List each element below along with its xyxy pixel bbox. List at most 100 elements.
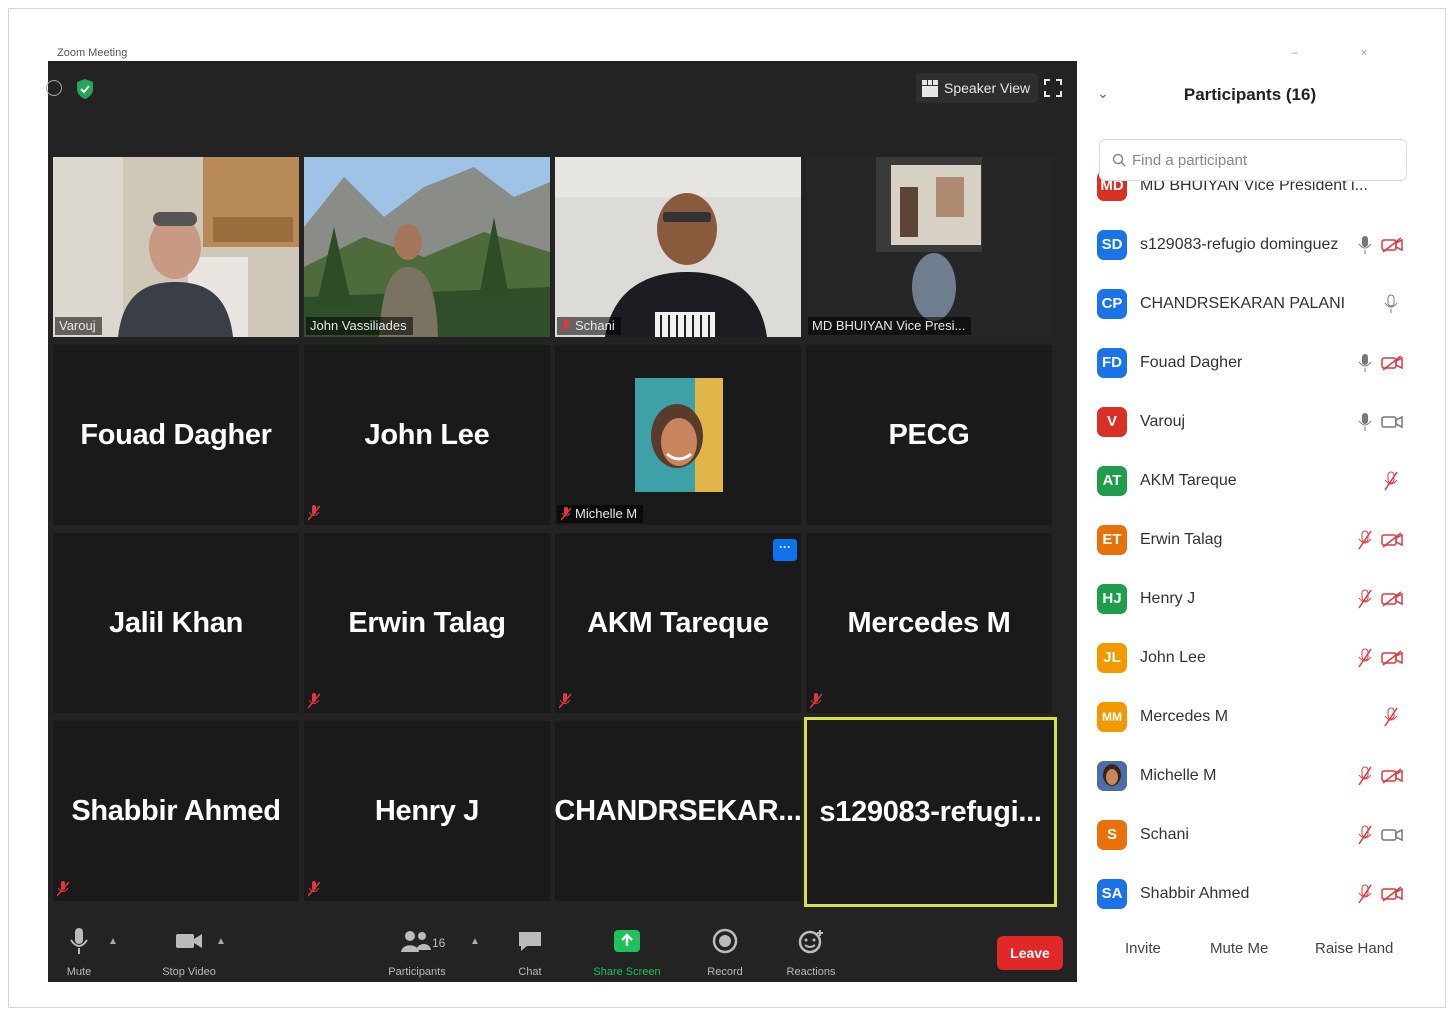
participant-tile[interactable]: CHANDRSEKAR...	[555, 721, 801, 901]
video-feed-md-bhuiyan	[806, 157, 1052, 337]
participant-row[interactable]: JL John Lee	[1085, 628, 1415, 687]
muted-mic-icon	[561, 318, 571, 332]
video-camera-icon[interactable]	[1381, 414, 1403, 430]
participant-name: CHANDRSEKARAN PALANI	[1140, 294, 1346, 312]
participant-tile[interactable]: Erwin Talag	[304, 533, 550, 713]
muted-mic-icon[interactable]	[1384, 707, 1398, 727]
video-off-icon[interactable]	[1381, 885, 1403, 902]
video-off-icon[interactable]	[1381, 236, 1403, 253]
participant-name: Schani	[1140, 825, 1189, 843]
participant-tile[interactable]: John Lee	[304, 345, 550, 525]
stop-video-button[interactable]: Stop Video	[158, 926, 220, 978]
record-icon	[712, 928, 738, 954]
meeting-area: Speaker View Varouj John Vassiliades Sch…	[46, 61, 1077, 982]
muted-mic-icon	[308, 881, 320, 897]
avatar: FD	[1097, 347, 1127, 378]
participant-row[interactable]: CP CHANDRSEKARAN PALANI	[1085, 274, 1415, 333]
info-icon[interactable]	[46, 80, 62, 96]
participant-row[interactable]: V Varouj	[1085, 392, 1415, 451]
muted-mic-icon[interactable]	[1358, 589, 1372, 609]
more-options-button[interactable]: ···	[773, 539, 797, 561]
video-feed-schani	[555, 157, 801, 337]
tile-name: CHANDRSEKAR...	[555, 794, 801, 827]
muted-mic-icon[interactable]	[1358, 825, 1372, 845]
participant-row[interactable]: SD s129083-refugio dominguez	[1085, 215, 1415, 274]
participant-name: Henry J	[1140, 589, 1196, 607]
tile-name: Mercedes M	[847, 606, 1011, 639]
encryption-shield-icon[interactable]	[76, 78, 94, 100]
muted-mic-icon	[57, 881, 69, 897]
participant-row[interactable]: SA Shabbir Ahmed	[1085, 864, 1415, 911]
muted-mic-icon[interactable]	[1358, 648, 1372, 668]
avatar: JL	[1097, 642, 1127, 673]
muted-mic-icon[interactable]	[1358, 884, 1372, 904]
participant-row[interactable]: S Schani	[1085, 805, 1415, 864]
participant-row[interactable]: HJ Henry J	[1085, 569, 1415, 628]
microphone-icon[interactable]	[1358, 412, 1372, 432]
video-tile[interactable]: MD BHUIYAN Vice Presi...	[806, 157, 1052, 337]
window-title: Zoom Meeting	[57, 47, 128, 59]
leave-button[interactable]: Leave	[997, 936, 1063, 970]
participant-row[interactable]: Michelle M	[1085, 746, 1415, 805]
participant-list[interactable]: MD MD BHUIYAN Vice President i... SD s12…	[1085, 161, 1415, 911]
participant-tile[interactable]: Mercedes M	[806, 533, 1052, 713]
muted-mic-icon	[561, 506, 571, 520]
search-participant-input[interactable]: Find a participant	[1099, 139, 1407, 181]
participant-name: AKM Tareque	[1140, 471, 1237, 489]
mute-me-button[interactable]: Mute Me	[1210, 940, 1268, 957]
speaker-view-button[interactable]: Speaker View	[916, 73, 1039, 103]
video-camera-icon[interactable]	[1381, 827, 1403, 843]
video-feed-varouj	[53, 157, 299, 337]
active-speaker-tile[interactable]: s129083-refugi...	[804, 717, 1057, 907]
video-off-icon[interactable]	[1381, 531, 1403, 548]
video-tile[interactable]: John Vassiliades	[304, 157, 550, 337]
tile-name: s129083-refugi...	[819, 795, 1042, 828]
microphone-icon[interactable]	[1358, 235, 1372, 255]
share-screen-button[interactable]: Share Screen	[593, 926, 661, 978]
mute-button[interactable]: Mute	[62, 926, 96, 978]
video-off-icon[interactable]	[1381, 767, 1403, 784]
video-off-icon[interactable]	[1381, 649, 1403, 666]
participants-button[interactable]: 16 Participants	[388, 926, 446, 978]
invite-button[interactable]: Invite	[1125, 940, 1161, 957]
muted-mic-icon[interactable]	[1358, 530, 1372, 550]
participant-tile[interactable]: Fouad Dagher	[53, 345, 299, 525]
video-tile[interactable]: Varouj	[53, 157, 299, 337]
participant-row[interactable]: ET Erwin Talag	[1085, 510, 1415, 569]
muted-mic-icon[interactable]	[1358, 766, 1372, 786]
raise-hand-button[interactable]: Raise Hand	[1315, 940, 1393, 957]
tile-label: Schani	[557, 317, 621, 335]
microphone-icon[interactable]	[1358, 353, 1372, 373]
participant-tile[interactable]: Shabbir Ahmed	[53, 721, 299, 901]
avatar: ET	[1097, 524, 1127, 555]
participant-name: Varouj	[1140, 412, 1186, 430]
muted-mic-icon[interactable]	[1384, 471, 1398, 491]
participant-tile[interactable]: PECG	[806, 345, 1052, 525]
participant-tile[interactable]: Henry J	[304, 721, 550, 901]
participant-name: Mercedes M	[1140, 707, 1229, 725]
chat-button[interactable]: Chat	[514, 926, 546, 978]
participant-row[interactable]: FD Fouad Dagher	[1085, 333, 1415, 392]
participants-caret[interactable]: ▲	[470, 936, 480, 947]
participant-tile[interactable]: AKM Tareque ···	[555, 533, 801, 713]
audio-options-caret[interactable]: ▲	[108, 936, 118, 947]
panel-footer: Invite Mute Me Raise Hand	[1085, 932, 1415, 972]
participant-tile[interactable]: Michelle M	[555, 345, 801, 525]
participant-tile[interactable]: Jalil Khan	[53, 533, 299, 713]
reactions-button[interactable]: Reactions	[787, 926, 835, 978]
window-controls[interactable]: – ×	[1291, 47, 1397, 59]
tile-label: Michelle M	[557, 505, 644, 523]
participant-row[interactable]: AT AKM Tareque	[1085, 451, 1415, 510]
record-button[interactable]: Record	[707, 926, 743, 978]
muted-mic-icon	[559, 693, 571, 709]
video-off-icon[interactable]	[1381, 354, 1403, 371]
tile-name: AKM Tareque	[587, 606, 769, 639]
video-options-caret[interactable]: ▲	[216, 936, 226, 947]
fullscreen-icon[interactable]	[1044, 79, 1062, 97]
participant-row[interactable]: MM Mercedes M	[1085, 687, 1415, 746]
video-off-icon[interactable]	[1381, 590, 1403, 607]
avatar-photo	[1097, 760, 1127, 791]
video-tile[interactable]: Schani	[555, 157, 801, 337]
microphone-icon[interactable]	[1384, 294, 1398, 314]
video-feed-john-vassiliades	[304, 157, 550, 337]
